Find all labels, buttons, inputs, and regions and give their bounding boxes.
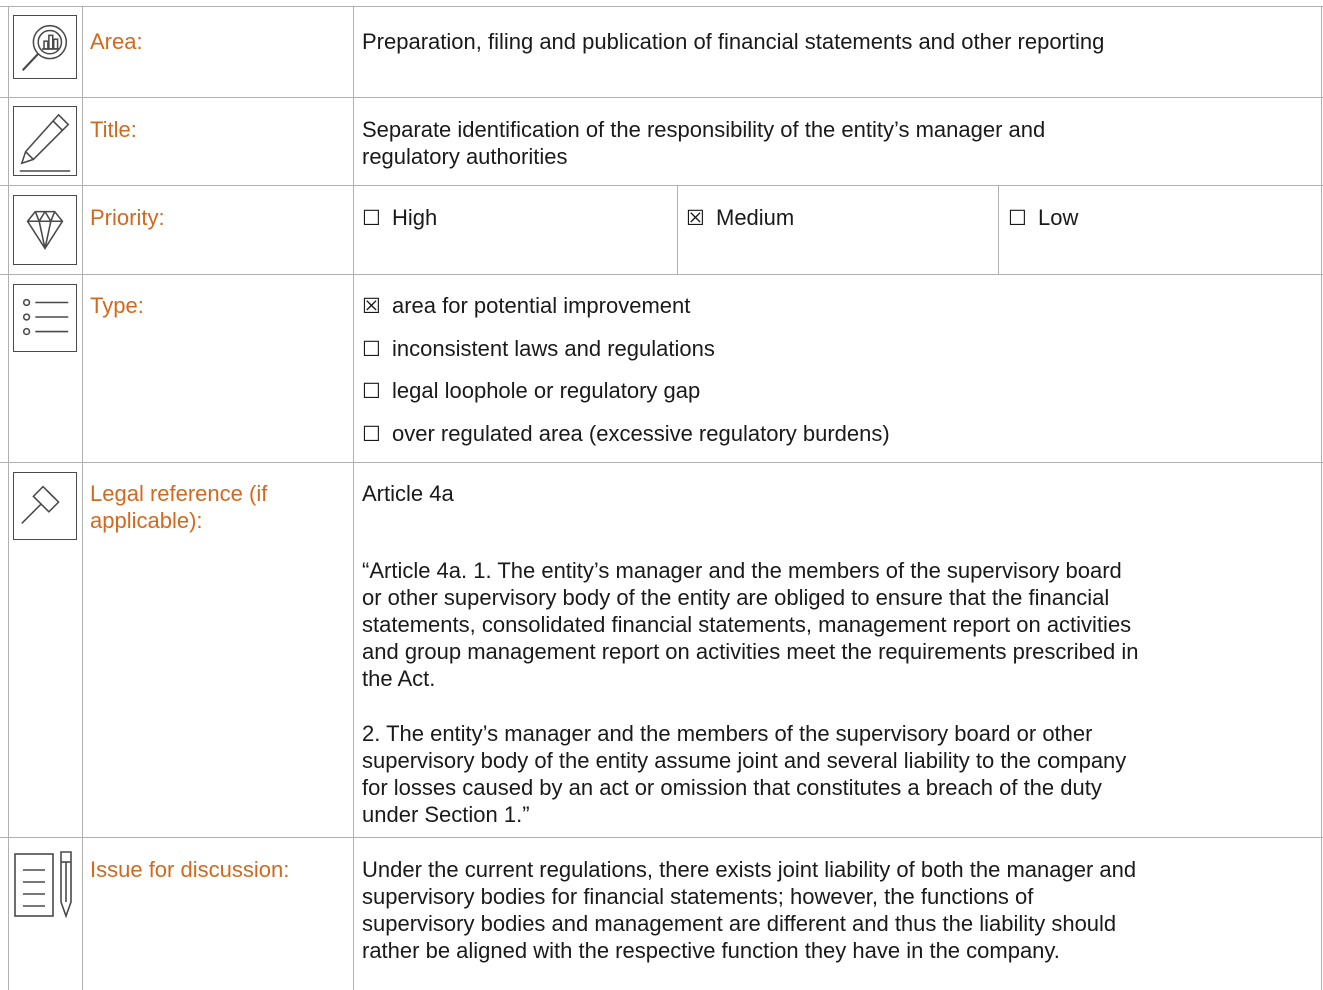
priority-option-low[interactable]: ☐ Low [1008, 204, 1078, 232]
gavel-icon [13, 472, 77, 540]
issue-label: Issue for discussion: [90, 857, 290, 882]
legal-label-line1: Legal reference (if [90, 481, 268, 506]
chart-magnifier-icon [13, 15, 77, 79]
type-option[interactable]: ☐ legal loophole or regulatory gap [362, 377, 700, 405]
legal-heading: Article 4a [362, 481, 454, 506]
checkbox[interactable]: ☒ [362, 293, 392, 320]
title-label: Title: [90, 117, 137, 142]
option-text: inconsistent laws and regulations [392, 336, 715, 361]
checkbox[interactable]: ☐ [362, 421, 392, 448]
type-option[interactable]: ☐ inconsistent laws and regulations [362, 335, 715, 363]
row-divider [0, 837, 1323, 838]
title-value-line1: Separate identification of the responsib… [362, 117, 1046, 142]
text-line: “Article 4a. 1. The entity’s manager and… [362, 558, 1122, 583]
priority-label: Priority: [90, 205, 165, 230]
col-divider [82, 6, 83, 990]
text-line: rather be aligned with the respective fu… [362, 938, 1060, 963]
title-value-line2: regulatory authorities [362, 144, 568, 169]
option-text: area for potential improvement [392, 293, 691, 318]
col-divider [8, 6, 9, 990]
text-line: for losses caused by an act or omission … [362, 775, 1102, 800]
checkbox[interactable]: ☐ [362, 378, 392, 405]
text-line: supervisory bodies and management are di… [362, 911, 1117, 936]
document-pen-icon [13, 846, 77, 922]
text-line: under Section 1.” [362, 802, 530, 827]
priority-option-medium[interactable]: ☒ Medium [686, 204, 794, 232]
type-label: Type: [90, 293, 144, 318]
legal-paragraph-2: 2. The entity’s manager and the members … [362, 720, 1126, 828]
type-option[interactable]: ☐ over regulated area (excessive regulato… [362, 420, 890, 448]
text-line: 2. The entity’s manager and the members … [362, 721, 1093, 746]
text-line: Under the current regulations, there exi… [362, 857, 1137, 882]
pencil-icon [13, 106, 77, 176]
row-divider [0, 274, 1323, 275]
option-text: legal loophole or regulatory gap [392, 378, 701, 403]
row-divider [0, 185, 1323, 186]
option-text: Medium [716, 205, 795, 230]
type-option[interactable]: ☒ area for potential improvement [362, 292, 690, 320]
area-label: Area: [90, 29, 143, 54]
text-line: the Act. [362, 666, 436, 691]
option-text: over regulated area (excessive regulator… [392, 421, 890, 446]
option-text: Low [1038, 205, 1079, 230]
issue-text: Under the current regulations, there exi… [362, 856, 1136, 964]
col-divider [677, 185, 678, 274]
list-icon [13, 284, 77, 352]
checkbox[interactable]: ☒ [686, 205, 716, 232]
diamond-icon [13, 195, 77, 265]
checkbox[interactable]: ☐ [362, 205, 392, 232]
priority-option-high[interactable]: ☐ High [362, 204, 437, 232]
text-line: supervisory bodies for financial stateme… [362, 884, 1034, 909]
checkbox[interactable]: ☐ [1008, 205, 1038, 232]
area-value: Preparation, filing and publication of f… [362, 29, 1105, 54]
text-line: supervisory body of the entity assume jo… [362, 748, 1127, 773]
option-text: High [392, 205, 438, 230]
checkbox[interactable]: ☐ [362, 336, 392, 363]
text-line: or other supervisory body of the entity … [362, 585, 1110, 610]
row-divider [0, 462, 1323, 463]
row-divider [0, 97, 1323, 98]
text-line: statements, consolidated financial state… [362, 612, 1132, 637]
col-divider [1321, 6, 1322, 990]
legal-label-line2: applicable): [90, 508, 203, 533]
col-divider [998, 185, 999, 274]
text-line: and group management report on activitie… [362, 639, 1139, 664]
row-divider [0, 6, 1323, 7]
col-divider [353, 6, 354, 990]
legal-paragraph-1: “Article 4a. 1. The entity’s manager and… [362, 557, 1139, 692]
